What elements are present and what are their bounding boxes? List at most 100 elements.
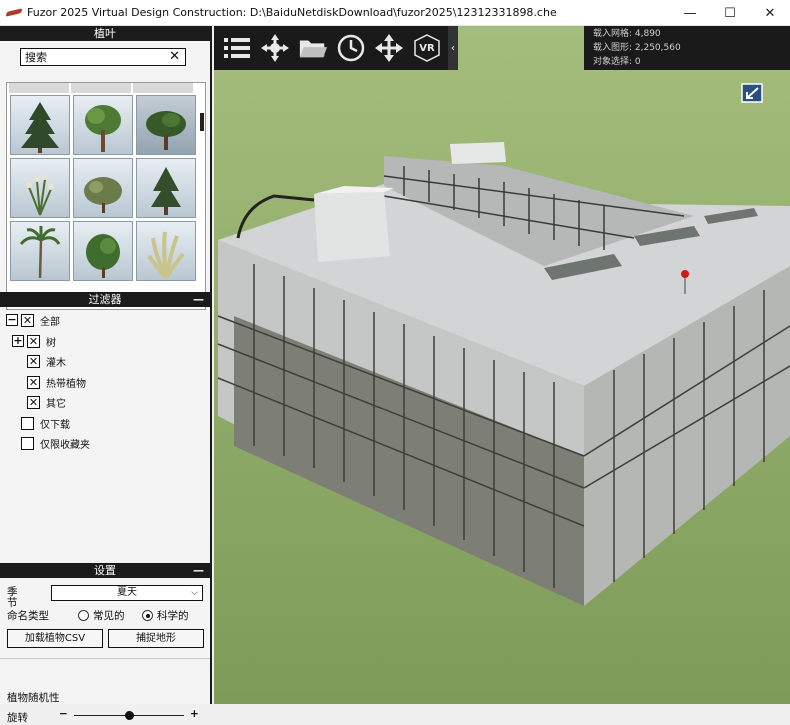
checkbox-shrub[interactable]: ✕ (27, 354, 40, 368)
filter-favorites-only-label: 仅限收藏夹 (40, 439, 90, 451)
move-icon[interactable] (374, 33, 404, 63)
loaded-meshes-stat: 载入网格: 4,890 (593, 29, 661, 39)
settings-collapse-button[interactable]: — (193, 563, 204, 578)
minimize-button[interactable]: — (670, 0, 710, 26)
filter-shrub-label: 灌木 (46, 357, 66, 369)
filter-row-download-only: 仅下载 (21, 415, 70, 431)
checkbox-tropical[interactable]: ✕ (27, 375, 40, 389)
radio-common-label: 常见的 (93, 610, 125, 622)
radio-scientific-circle[interactable] (142, 610, 153, 621)
filter-row-tropical: ✕ 热带植物 (27, 374, 86, 390)
checkbox-other[interactable]: ✕ (27, 395, 40, 409)
pine-tree-icon (151, 167, 181, 215)
checkbox-download-only[interactable] (21, 416, 34, 430)
scene-stats: 载入网格: 4,890 载入图形: 2,250,560 对象选择: 0 (584, 26, 790, 70)
plant-thumbnail-shrub[interactable] (73, 158, 133, 218)
filter-row-other: ✕ 其它 (27, 394, 66, 410)
plant-thumbnail[interactable] (9, 83, 69, 93)
plant-thumbnail[interactable] (133, 83, 193, 93)
grid-top-row (7, 83, 205, 93)
checkbox-favorites-only[interactable] (21, 436, 34, 450)
plant-grid (7, 93, 205, 281)
rotation-plus[interactable]: + (190, 708, 199, 720)
navigate-icon[interactable] (260, 33, 290, 63)
filter-tree-label: 树 (46, 337, 56, 349)
radio-common[interactable]: 常见的 (78, 608, 125, 623)
palm-tree-icon (19, 226, 61, 279)
clock-icon[interactable] (336, 33, 366, 63)
filter-row-all: − ✕ 全部 (6, 312, 60, 328)
settings-header: 设置 — (0, 563, 210, 578)
search-value: 搜索 (25, 51, 47, 64)
flowering-plant-icon (26, 174, 54, 216)
filter-all-label: 全部 (40, 316, 60, 328)
expand-toggle[interactable]: + (12, 335, 24, 347)
random-label: 植物随机性 (7, 692, 60, 704)
window-controls: — ☐ ✕ (670, 0, 790, 26)
window-title: Fuzor 2025 Virtual Design Construction: … (27, 6, 557, 19)
load-csv-button[interactable]: 加载植物CSV (7, 629, 103, 648)
plant-thumbnail-palm[interactable] (10, 221, 70, 281)
settings-header-label: 设置 (94, 564, 116, 577)
3d-viewport[interactable]: VR ‹ 载入网格: 4,890 载入图形: 2,250,560 对象选择: 0 (214, 26, 790, 704)
plant-thumbnail[interactable] (71, 83, 131, 93)
radio-scientific[interactable]: 科学的 (142, 608, 189, 623)
filter-row-shrub: ✕ 灌木 (27, 353, 66, 369)
vr-icon[interactable]: VR (412, 33, 442, 63)
rotation-label: 旋转 (7, 712, 28, 724)
viewport-toolbar: VR (214, 26, 458, 70)
filter-tropical-label: 热带植物 (46, 378, 86, 390)
plant-thumbnail-agave[interactable] (136, 221, 196, 281)
checkbox-tree[interactable]: ✕ (27, 334, 40, 348)
agave-plant-icon (147, 231, 185, 280)
broadleaf-tree-icon (146, 111, 186, 150)
title-bar: Fuzor 2025 Virtual Design Construction: … (0, 0, 790, 26)
loaded-triangles-stat: 载入图形: 2,250,560 (593, 43, 681, 53)
filter-row-tree: + ✕ 树 (12, 333, 56, 349)
plant-thumbnail-flowering[interactable] (10, 158, 70, 218)
season-value: 夏天 (117, 587, 137, 598)
filter-download-only-label: 仅下载 (40, 419, 70, 431)
plant-thumbnail-bush[interactable] (73, 221, 133, 281)
conifer-tree-icon (21, 102, 59, 153)
filter-other-label: 其它 (46, 398, 66, 410)
plant-thumbnail-broadleaf[interactable] (136, 95, 196, 155)
rotation-slider-handle[interactable] (124, 711, 134, 720)
list-icon[interactable] (222, 33, 252, 63)
shrub-icon (84, 177, 122, 213)
checkbox-all[interactable]: ✕ (21, 313, 34, 327)
folder-icon[interactable] (298, 33, 328, 63)
filter-collapse-button[interactable]: — (193, 292, 204, 307)
search-input[interactable]: 搜索 ✕ (20, 48, 186, 66)
app-icon (7, 8, 21, 18)
collapse-toggle[interactable]: − (6, 314, 18, 326)
close-button[interactable]: ✕ (750, 0, 790, 26)
grid-scrollbar[interactable] (200, 113, 204, 131)
chevron-down-icon: ⌵ (191, 588, 198, 598)
library-header-label: 植叶 (94, 27, 116, 40)
filter-header-label: 过滤器 (88, 293, 122, 306)
rotation-minus[interactable]: − (59, 708, 68, 720)
radio-scientific-label: 科学的 (157, 610, 189, 622)
plant-thumbnail-deciduous[interactable] (73, 95, 133, 155)
plant-thumbnail-grid (6, 82, 206, 310)
plant-library-panel: 植叶 搜索 ✕ 过滤器 — − ✕ 全部 + ✕ 树 ✕ 灌木 ✕ 热带植物 ✕… (0, 26, 212, 724)
capture-terrain-button[interactable]: 捕捉地形 (108, 629, 204, 648)
plant-thumbnail-conifer[interactable] (10, 95, 70, 155)
maximize-button[interactable]: ☐ (710, 0, 750, 26)
toolbar-collapse-button[interactable]: ‹ (448, 26, 458, 70)
bush-icon (86, 234, 120, 278)
season-select[interactable]: 夏天 ⌵ (51, 585, 203, 601)
search-clear-icon[interactable]: ✕ (169, 49, 180, 65)
library-header: 植叶 (0, 26, 210, 41)
plant-thumbnail-pine[interactable] (136, 158, 196, 218)
selected-objects-stat: 对象选择: 0 (593, 57, 641, 67)
radio-common-circle[interactable] (78, 610, 89, 621)
filter-row-favorites-only: 仅限收藏夹 (21, 435, 90, 451)
deciduous-tree-icon (85, 105, 121, 152)
name-type-label: 命名类型 (7, 610, 49, 622)
vr-label: VR (419, 42, 435, 54)
season-label: 季节 (7, 586, 18, 609)
filter-header: 过滤器 — (0, 292, 210, 307)
settings-divider (0, 658, 210, 659)
